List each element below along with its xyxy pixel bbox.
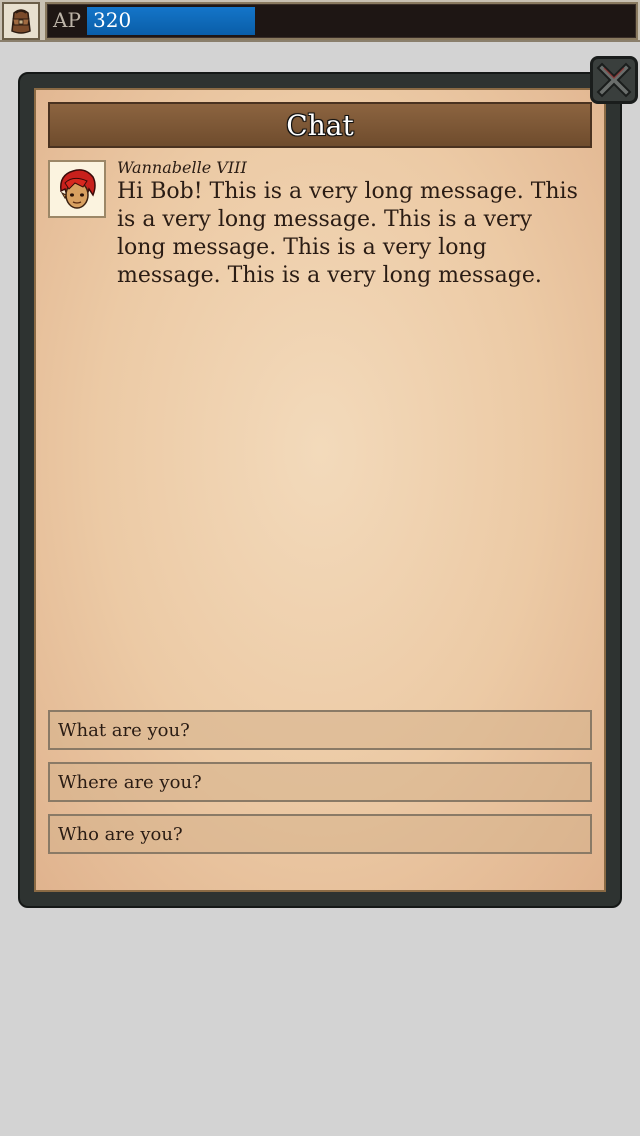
chat-title: Chat	[286, 108, 354, 142]
inventory-button[interactable]	[2, 2, 40, 40]
satchel-icon	[11, 9, 31, 34]
action-points-meter: AP 320	[45, 2, 638, 40]
top-status-bar: AP 320	[0, 0, 640, 42]
reply-option-where[interactable]: Where are you?	[48, 762, 592, 802]
reply-options: What are you? Where are you? Who are you…	[48, 710, 592, 866]
close-button[interactable]	[590, 56, 638, 104]
close-icon	[596, 62, 632, 98]
ap-value: 320	[93, 8, 132, 32]
chat-header: Chat	[48, 102, 592, 148]
reply-option-what[interactable]: What are you?	[48, 710, 592, 750]
red-haired-character-portrait-icon	[60, 169, 96, 209]
ap-label: AP	[53, 8, 81, 32]
avatar	[48, 160, 106, 218]
message-sender: Wannabelle VIII	[117, 158, 247, 177]
reply-option-who[interactable]: Who are you?	[48, 814, 592, 854]
message-text: Hi Bob! This is a very long message. Thi…	[117, 179, 578, 288]
